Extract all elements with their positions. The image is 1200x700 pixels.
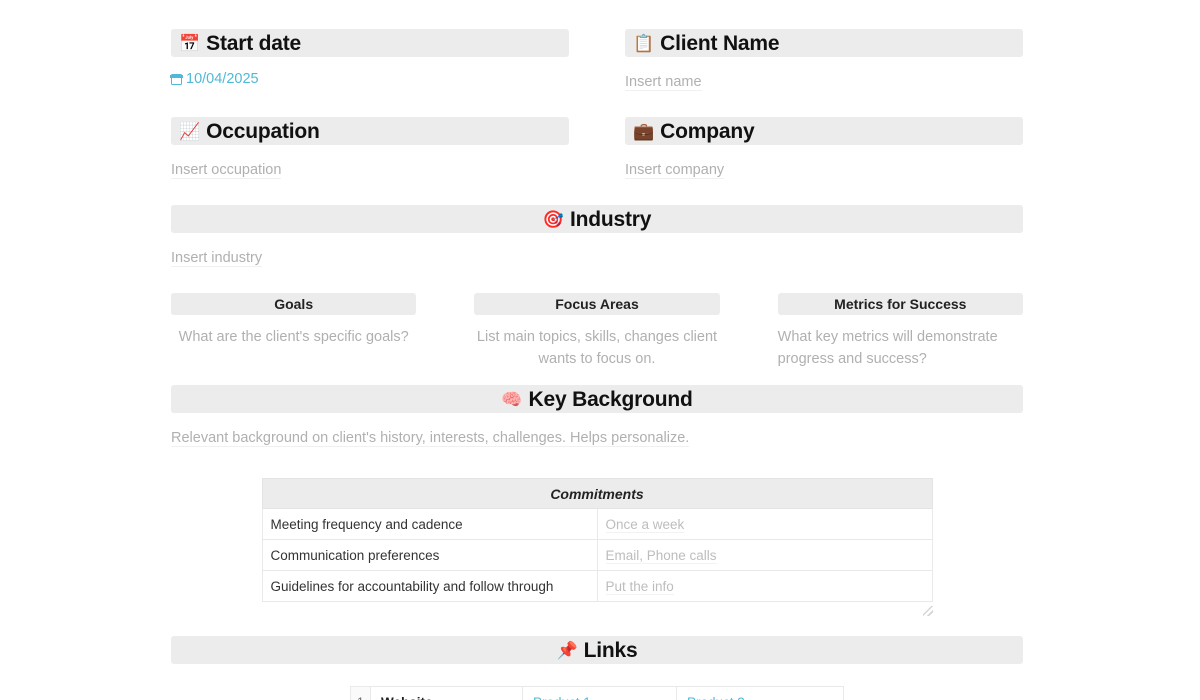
links-table: Website Product 1 Product 2 Social Links…: [370, 686, 844, 700]
pushpin-emoji-icon: 📌: [556, 640, 578, 660]
link-item[interactable]: Product 1: [522, 686, 677, 700]
commitment-label: Guidelines for accountability and follow…: [261, 570, 598, 603]
industry-input[interactable]: Insert industry: [171, 250, 263, 268]
field-start-date: 📅 Start date 10/04/2025: [170, 29, 569, 93]
goals-label: Goals: [274, 296, 314, 313]
start-date-text: 10/04/2025: [186, 71, 259, 87]
document-page: 📅 Start date 10/04/2025 📋 Client Name In…: [0, 0, 1200, 700]
commitments-table-wrapper: Commitments Meeting frequency and cadenc…: [261, 478, 933, 617]
start-date-value[interactable]: 10/04/2025: [170, 71, 259, 87]
company-label: Company: [660, 119, 755, 143]
row-start-date-client: 📅 Start date 10/04/2025 📋 Client Name In…: [170, 29, 1023, 93]
focus-areas-header: Focus Areas: [474, 293, 720, 316]
focus-areas-label: Focus Areas: [555, 296, 639, 313]
industry-label: Industry: [569, 207, 652, 231]
link-item[interactable]: Product 2: [676, 686, 844, 700]
industry-header: 🎯 Industry: [171, 205, 1023, 234]
client-name-header: 📋 Client Name: [625, 29, 1023, 57]
commitments-title: Commitments: [261, 478, 933, 510]
commitment-label: Communication preferences: [261, 539, 598, 572]
client-name-label: Client Name: [660, 31, 780, 55]
field-occupation: 📈 Occupation Insert occupation: [171, 117, 569, 181]
row-number: 1: [351, 687, 370, 700]
table-row: Communication preferences Email, Phone c…: [261, 539, 933, 572]
briefcase-emoji-icon: 💼: [633, 121, 655, 141]
commitment-value[interactable]: Put the info: [596, 570, 933, 603]
commitment-value[interactable]: Email, Phone calls: [596, 539, 933, 572]
commitment-label: Meeting frequency and cadence: [261, 508, 598, 541]
table-row: Meeting frequency and cadence Once a wee…: [261, 508, 933, 541]
links-label: Links: [583, 638, 638, 662]
links-row-number-gutter: 1 2 3: [350, 686, 370, 700]
start-date-label: Start date: [206, 31, 302, 55]
table-row: Website Product 1 Product 2: [370, 686, 844, 700]
company-header: 💼 Company: [625, 117, 1023, 146]
metrics-header: Metrics for Success: [777, 293, 1023, 316]
client-name-input[interactable]: Insert name: [625, 74, 702, 91]
start-date-header: 📅 Start date: [171, 29, 569, 57]
section-links: 📌 Links: [171, 636, 1023, 665]
occupation-input[interactable]: Insert occupation: [171, 162, 282, 180]
table-resize-handle[interactable]: [922, 606, 933, 617]
link-category: Website: [370, 686, 523, 700]
dart-target-emoji-icon: 🎯: [542, 209, 564, 229]
occupation-header: 📈 Occupation: [171, 117, 569, 146]
field-client-name: 📋 Client Name Insert name: [625, 29, 1023, 93]
commitment-value[interactable]: Once a week: [596, 508, 933, 541]
calendar-emoji-icon: 📅: [179, 33, 201, 53]
goals-input[interactable]: What are the client's specific goals?: [171, 326, 416, 348]
row-goals-focus-metrics: Goals What are the client's specific goa…: [171, 293, 1023, 370]
table-header-row: Commitments: [261, 478, 933, 510]
metrics-label: Metrics for Success: [834, 296, 967, 313]
company-input[interactable]: Insert company: [625, 162, 725, 180]
table-row: Guidelines for accountability and follow…: [261, 570, 933, 603]
metrics-input[interactable]: What key metrics will demonstrate progre…: [778, 326, 1023, 370]
field-company: 💼 Company Insert company: [625, 117, 1023, 181]
field-focus-areas: Focus Areas List main topics, skills, ch…: [474, 293, 720, 370]
commitments-table: Commitments Meeting frequency and cadenc…: [261, 478, 933, 603]
field-key-background: 🧠 Key Background Relevant background on …: [171, 385, 1023, 449]
clipboard-emoji-icon: 📋: [633, 33, 655, 53]
occupation-label: Occupation: [206, 119, 320, 143]
key-background-label: Key Background: [528, 387, 693, 411]
links-table-wrapper: 1 2 3 Website Product 1 Product 2 Social…: [350, 686, 844, 700]
links-header: 📌 Links: [171, 636, 1023, 665]
focus-areas-input[interactable]: List main topics, skills, changes client…: [474, 326, 719, 370]
document-content: 📅 Start date 10/04/2025 📋 Client Name In…: [170, 0, 1023, 700]
brain-emoji-icon: 🧠: [501, 389, 523, 409]
chart-increasing-emoji-icon: 📈: [179, 121, 201, 141]
field-goals: Goals What are the client's specific goa…: [171, 293, 417, 370]
key-background-input[interactable]: Relevant background on client's history,…: [171, 430, 690, 448]
goals-header: Goals: [171, 293, 417, 316]
key-background-header: 🧠 Key Background: [171, 385, 1023, 414]
row-occupation-company: 📈 Occupation Insert occupation 💼 Company…: [171, 117, 1023, 181]
calendar-icon: [170, 73, 183, 85]
field-industry: 🎯 Industry Insert industry: [171, 205, 1023, 269]
field-metrics-for-success: Metrics for Success What key metrics wil…: [777, 293, 1023, 370]
